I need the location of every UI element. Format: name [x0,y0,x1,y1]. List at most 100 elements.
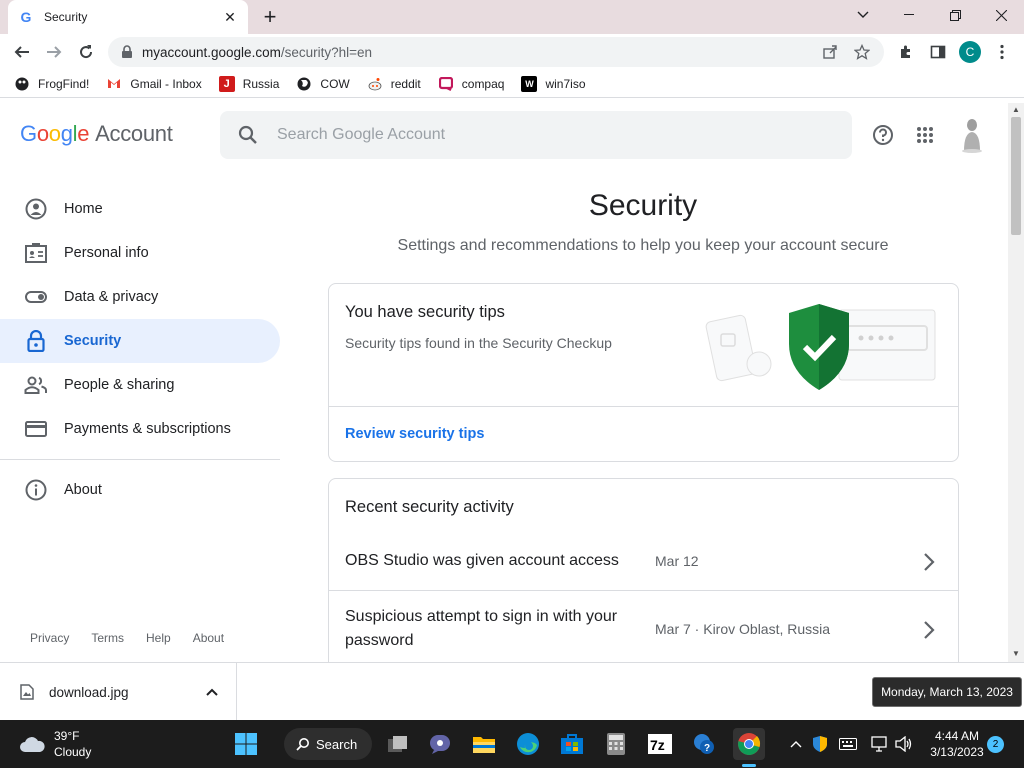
sidebar-item-personal-info[interactable]: Personal info [0,231,280,275]
share-icon[interactable] [820,42,840,62]
taskbar-clock[interactable]: 4:44 AM 3/13/2023 [926,728,988,760]
sidebar-item-label: Security [64,333,122,349]
get-help-icon[interactable]: ? [688,728,720,760]
minimize-button[interactable] [886,0,932,30]
temperature: 39°F [54,729,80,743]
bookmark-cow[interactable]: COW [296,76,350,92]
bookmark-russia[interactable]: J Russia [218,75,279,92]
bookmarks-bar: FrogFind! Gmail - Inbox J Russia COW red… [0,70,1024,98]
security-shield-illustration [705,304,936,390]
sidebar-item-security[interactable]: Security [0,319,280,363]
bookmark-win7iso[interactable]: W win7iso [521,75,586,92]
bookmark-frogfind[interactable]: FrogFind! [14,76,89,92]
bookmark-gmail[interactable]: Gmail - Inbox [106,76,202,92]
side-panel-icon[interactable] [926,40,950,64]
restore-button[interactable] [932,0,978,30]
close-tab-icon[interactable]: ✕ [222,9,238,25]
sidebar-nav: Home Personal info Data & privacy Securi… [0,187,280,512]
teams-chat-icon[interactable] [424,728,456,760]
footer-link-about[interactable]: About [193,631,224,645]
reload-button[interactable] [72,38,100,66]
tab-title: Security [44,10,88,24]
browser-toolbar: myaccount.google.com/security?hl=en C [0,34,1024,70]
defender-shield-icon[interactable] [810,734,830,754]
google-account-logo[interactable]: Google Account [20,121,173,147]
keyboard-icon[interactable] [838,734,858,754]
chrome-menu-icon[interactable] [990,40,1014,64]
notification-badge[interactable]: 2 [987,736,1004,753]
tips-card-title: You have security tips [345,303,505,321]
browser-tab-strip: G Security ✕ + [0,0,1024,34]
info-icon [24,478,48,502]
browser-tab[interactable]: G Security ✕ [8,0,248,34]
clock-time: 4:44 AM [934,729,980,743]
chrome-taskbar-icon[interactable] [733,728,765,760]
search-icon[interactable] [236,123,260,147]
show-hidden-icons-chevron[interactable] [786,734,806,754]
7zip-icon[interactable]: 7z [644,728,676,760]
lock-icon[interactable] [120,45,134,59]
search-input[interactable] [277,126,836,144]
footer-link-privacy[interactable]: Privacy [30,631,69,645]
close-window-button[interactable] [978,0,1024,30]
weather-widget[interactable]: 39°F Cloudy [18,728,91,760]
activity-row[interactable]: Suspicious attempt to sign in with your … [329,591,958,662]
sidebar-item-label: People & sharing [64,377,175,393]
profile-avatar[interactable]: C [959,41,981,63]
microsoft-store-icon[interactable] [556,728,588,760]
sidebar-item-data-privacy[interactable]: Data & privacy [0,275,280,319]
frog-icon [14,76,30,92]
activity-row[interactable]: OBS Studio was given account access Mar … [329,537,958,593]
extensions-icon[interactable] [894,40,918,64]
clock-date: 3/13/2023 [930,745,984,759]
logo-account-text: Account [95,121,173,146]
scrollbar-thumb[interactable] [1011,117,1021,235]
download-item[interactable]: download.jpg [0,663,237,721]
tips-card-description: Security tips found in the Security Chec… [345,335,612,351]
footer-link-help[interactable]: Help [146,631,171,645]
network-icon[interactable] [870,734,890,754]
scroll-down-arrow[interactable]: ▼ [1012,650,1020,658]
sidebar-item-label: Personal info [64,245,149,261]
bookmark-star-icon[interactable] [852,42,872,62]
task-view-icon[interactable] [382,728,414,760]
start-button[interactable] [230,728,262,760]
file-icon [20,684,34,700]
edge-browser-icon[interactable] [512,728,544,760]
bookmark-reddit[interactable]: reddit [367,76,421,92]
svg-text:?: ? [704,743,710,754]
security-tips-card: You have security tips Security tips fou… [328,283,959,462]
download-shelf: download.jpg [0,662,1024,721]
logo-letter: e [77,121,90,146]
sidebar-item-about[interactable]: About [0,468,280,512]
sidebar-item-people-sharing[interactable]: People & sharing [0,363,280,407]
new-tab-button[interactable]: + [258,4,282,29]
page-scrollbar[interactable]: ▲ ▼ [1008,103,1024,662]
apps-grid-icon[interactable] [913,123,937,147]
review-security-tips-link[interactable]: Review security tips [345,426,484,442]
address-bar[interactable]: myaccount.google.com/security?hl=en [108,37,884,67]
compaq-icon [438,76,454,92]
sidebar-item-home[interactable]: Home [0,187,280,231]
help-icon[interactable] [871,123,895,147]
tab-search-chevron-icon[interactable] [840,0,886,30]
account-avatar[interactable] [958,117,986,153]
account-search [220,111,852,159]
footer-link-terms[interactable]: Terms [91,631,124,645]
file-explorer-icon[interactable] [468,728,500,760]
volume-icon[interactable] [894,734,914,754]
back-button[interactable] [8,38,36,66]
taskbar-search-button[interactable]: Search [284,728,372,760]
bookmark-compaq[interactable]: compaq [438,76,504,92]
sidebar-item-payments[interactable]: Payments & subscriptions [0,407,280,451]
taskbar-search-label: Search [316,736,358,752]
reddit-icon [367,76,383,92]
page-subtitle: Settings and recommendations to help you… [397,237,889,254]
calculator-icon[interactable] [600,728,632,760]
id-card-icon [24,241,48,265]
w-icon: W [521,75,538,92]
forward-button[interactable] [40,38,68,66]
activity-meta: Mar 7 · Kirov Oblast, Russia [655,621,831,637]
scroll-up-arrow[interactable]: ▲ [1012,106,1020,114]
chevron-up-icon[interactable] [204,684,220,700]
